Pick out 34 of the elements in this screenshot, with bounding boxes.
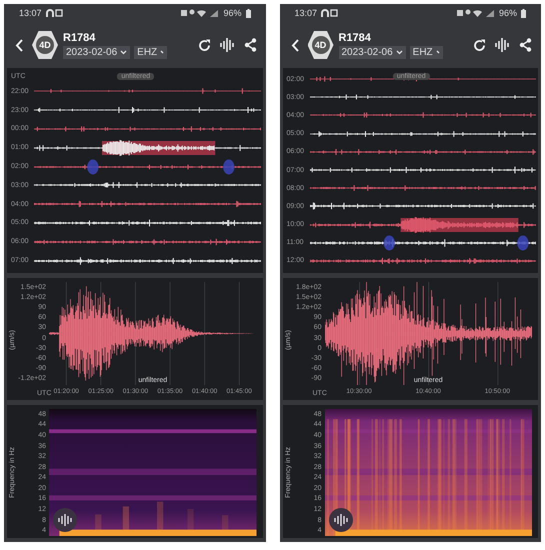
battery-icon (246, 8, 250, 18)
station-name: R1784 (63, 32, 96, 44)
signal-icons (456, 9, 495, 17)
date-dropdown[interactable]: 2023-02-06 (338, 46, 406, 58)
marker-dot[interactable] (87, 159, 99, 174)
marker-dot[interactable] (223, 159, 234, 174)
battery-percent: 96% (223, 8, 242, 18)
channel-dropdown[interactable]: EHZ (134, 46, 168, 58)
share-icon[interactable] (519, 38, 532, 52)
refresh-icon[interactable] (198, 38, 210, 52)
share-icon[interactable] (244, 38, 256, 52)
waveform-icon[interactable] (495, 38, 510, 52)
channel-dropdown[interactable]: EHZ (410, 46, 443, 58)
waveform-icon[interactable] (220, 38, 234, 52)
battery-icon (521, 8, 526, 18)
status-time: 13:07 (19, 8, 42, 18)
caret-icon (160, 50, 164, 54)
waveform-icon (334, 514, 348, 526)
back-icon[interactable] (290, 38, 298, 52)
caret-icon (436, 50, 440, 54)
status-time: 13:07 (294, 8, 318, 18)
signal-icons (181, 9, 220, 17)
marker-dot[interactable] (516, 235, 528, 250)
station-logo: 4D (308, 31, 334, 59)
station-name: R1784 (338, 32, 372, 44)
refresh-icon[interactable] (473, 38, 486, 52)
marker-dot[interactable] (383, 235, 394, 250)
caret-icon (396, 50, 403, 54)
battery-percent: 96% (498, 8, 517, 18)
back-icon[interactable] (15, 38, 23, 52)
date-dropdown[interactable]: 2023-02-06 (63, 46, 130, 58)
waveform-icon (58, 514, 72, 526)
station-logo: 4D (32, 31, 58, 59)
caret-icon (120, 50, 128, 54)
